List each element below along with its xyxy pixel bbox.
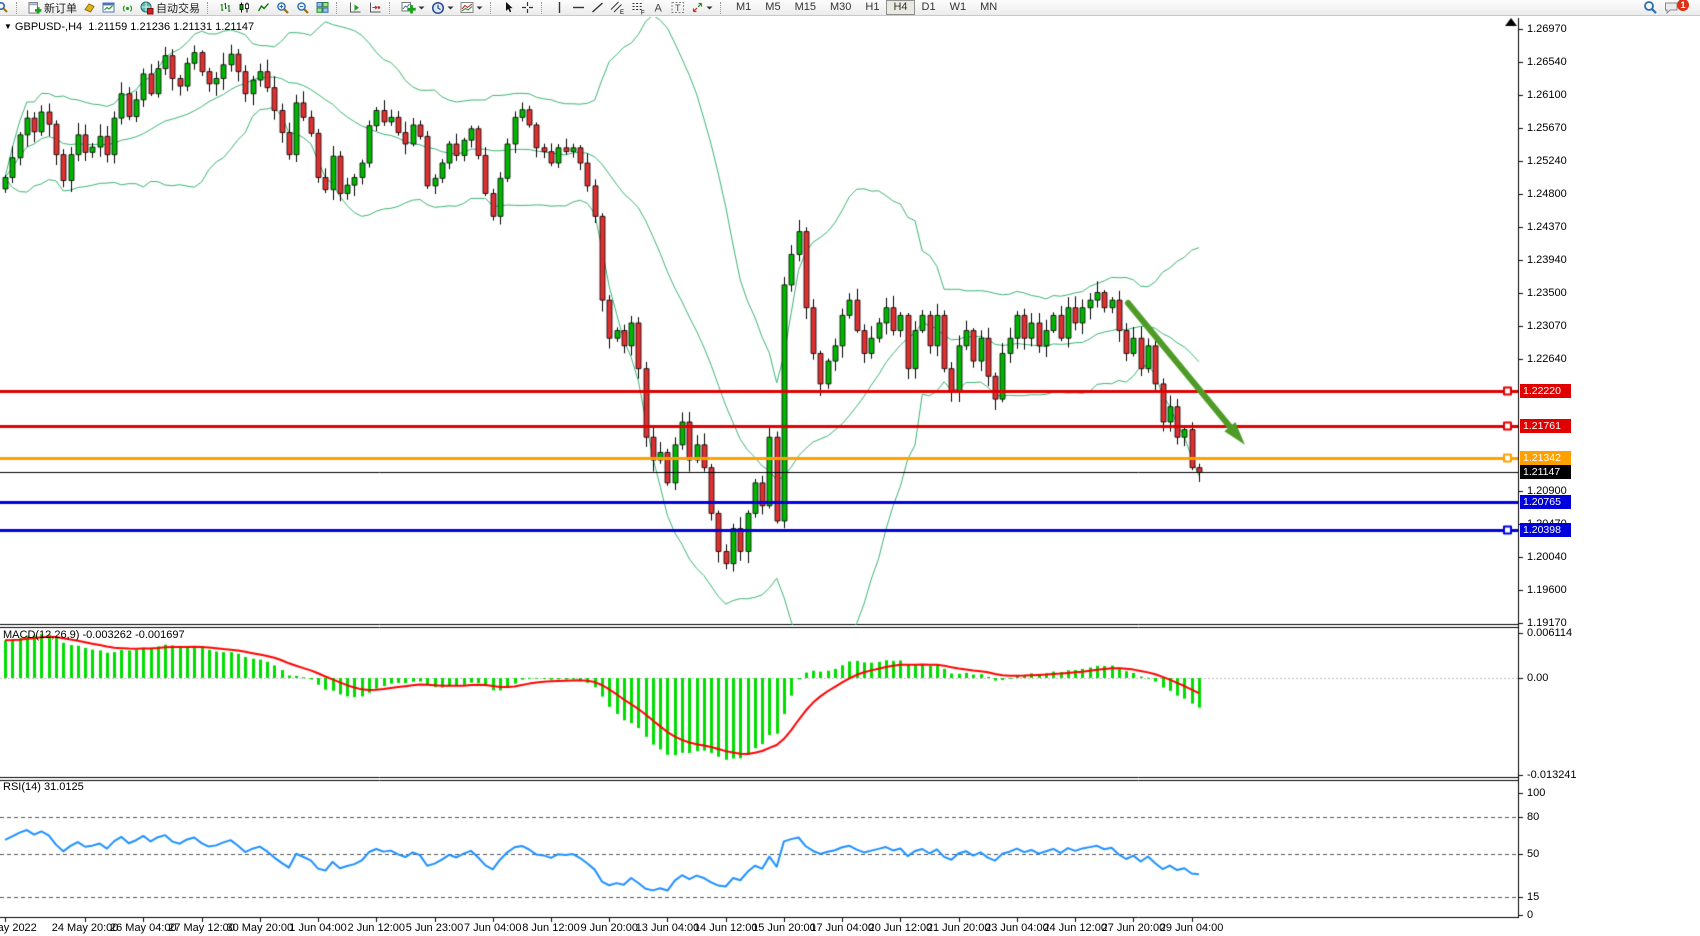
chevron-down-icon — [706, 3, 713, 13]
zoom-in-icon — [276, 1, 290, 15]
symbol-ohlc: 1.21159 1.21236 1.21131 1.21147 — [88, 21, 254, 33]
timeframe-m30[interactable]: M30 — [823, 0, 858, 15]
toolbar-separator — [541, 2, 548, 14]
new-order-label: 新订单 — [44, 0, 77, 16]
auto-scroll-icon — [348, 1, 362, 14]
svg-text:E: E — [620, 10, 624, 15]
bar-chart-icon — [219, 1, 232, 14]
search-icon — [1643, 0, 1658, 15]
symbols-search-icon[interactable] — [0, 0, 12, 15]
horizontal-line-tool-button[interactable] — [569, 0, 588, 15]
crosshair-icon — [521, 1, 534, 14]
horizontal-line-icon — [572, 1, 585, 14]
search-button[interactable] — [1640, 0, 1661, 15]
template-icon — [460, 1, 474, 14]
symbol-timeframe: GBPUSD-,H4 — [15, 21, 82, 33]
signals-button[interactable] — [118, 0, 137, 15]
toolbar-separator — [16, 2, 23, 14]
signals-icon — [121, 1, 134, 14]
cursor-tool-button[interactable] — [499, 0, 518, 15]
line-chart-mode-button[interactable] — [254, 0, 273, 15]
crosshair-tool-button[interactable] — [518, 0, 537, 15]
toolbar-separator — [720, 2, 727, 14]
svg-text:T: T — [675, 3, 681, 13]
candlestick-mode-button[interactable] — [235, 0, 254, 15]
candlestick-icon — [238, 1, 251, 14]
notification-badge: 1 — [1677, 0, 1689, 11]
main-toolbar: 新订单 自动交易 — [0, 0, 1700, 16]
templates-button[interactable] — [457, 0, 486, 15]
text-icon: A — [652, 1, 665, 14]
toolbar-separator — [389, 2, 396, 14]
tile-windows-button[interactable] — [313, 0, 332, 15]
trendline-tool-button[interactable] — [588, 0, 607, 15]
rsi-indicator-label: RSI(14) 31.0125 — [3, 781, 84, 793]
profiles-icon — [83, 1, 96, 14]
zoom-out-icon — [296, 1, 310, 15]
zoom-in-button[interactable] — [273, 0, 293, 15]
tile-windows-icon — [316, 1, 329, 14]
auto-trading-label: 自动交易 — [156, 0, 200, 16]
trendline-icon — [591, 1, 604, 14]
auto-trading-button[interactable]: 自动交易 — [137, 0, 203, 15]
arrows-tool-button[interactable] — [688, 0, 716, 15]
line-chart-icon — [257, 1, 270, 14]
toolbar-separator — [336, 2, 343, 14]
chart-window-button[interactable] — [99, 0, 118, 15]
timeframe-mn[interactable]: MN — [973, 0, 1004, 15]
svg-text:F: F — [641, 10, 645, 15]
notifications-button[interactable]: 1 — [1661, 0, 1697, 15]
bar-chart-mode-button[interactable] — [216, 0, 235, 15]
cursor-icon — [502, 1, 515, 14]
timeframe-h1[interactable]: H1 — [858, 0, 886, 15]
timeframe-m1[interactable]: M1 — [729, 0, 758, 15]
equidistant-channel-tool-button[interactable]: E — [607, 0, 628, 15]
new-order-button[interactable]: 新订单 — [25, 0, 80, 15]
macd-indicator-label: MACD(12,26,9) -0.003262 -0.001697 — [3, 629, 185, 641]
chevron-down-icon — [447, 3, 454, 13]
equidistant-channel-icon: E — [610, 1, 625, 15]
timeframe-w1[interactable]: W1 — [943, 0, 974, 15]
auto-scroll-button[interactable] — [345, 0, 365, 15]
arrows-icon — [691, 1, 704, 14]
chevron-down-icon — [476, 3, 483, 13]
timeframe-group: M1M5M15M30H1H4D1W1MN — [729, 0, 1004, 15]
profiles-button[interactable] — [80, 0, 99, 15]
clock-icon — [431, 1, 445, 15]
toolbar-separator — [490, 2, 497, 14]
chart-window-icon — [102, 1, 115, 14]
new-order-icon — [28, 1, 42, 15]
fibonacci-tool-button[interactable]: F — [628, 0, 649, 15]
text-label-tool-button[interactable]: T — [668, 0, 688, 15]
periods-clock-button[interactable] — [428, 0, 457, 15]
chevron-down-icon — [418, 3, 425, 13]
vertical-line-icon — [553, 1, 566, 14]
symbol-info[interactable]: ▼GBPUSD-,H4 1.21159 1.21236 1.21131 1.21… — [4, 21, 254, 33]
timeframe-m5[interactable]: M5 — [758, 0, 787, 15]
timeframe-m15[interactable]: M15 — [788, 0, 823, 15]
auto-trading-icon — [140, 1, 154, 15]
vertical-line-tool-button[interactable] — [550, 0, 569, 15]
indicators-icon — [401, 0, 416, 15]
timeframe-d1[interactable]: D1 — [915, 0, 943, 15]
chart-shift-icon — [368, 1, 382, 14]
timeframe-h4[interactable]: H4 — [886, 0, 914, 15]
svg-text:A: A — [655, 3, 663, 15]
terminal-window: 新订单 自动交易 — [0, 0, 1700, 936]
toolbar-separator — [207, 2, 214, 14]
text-tool-button[interactable]: A — [649, 0, 668, 15]
symbol-dropdown-icon[interactable]: ▼ — [4, 22, 12, 31]
fibonacci-icon: F — [631, 1, 646, 15]
chart-shift-button[interactable] — [365, 0, 385, 15]
text-label-icon: T — [671, 1, 685, 14]
zoom-out-button[interactable] — [293, 0, 313, 15]
indicators-button[interactable] — [398, 0, 428, 15]
price-chart-canvas[interactable] — [0, 0, 1700, 936]
